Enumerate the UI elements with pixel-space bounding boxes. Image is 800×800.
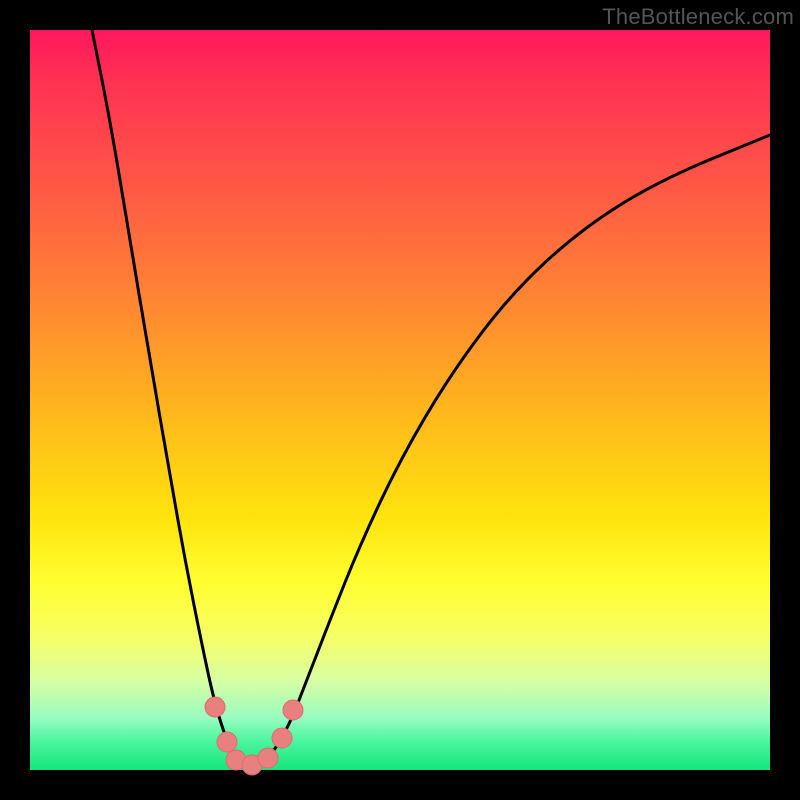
- curve-markers: [205, 697, 303, 775]
- curve-right-branch: [244, 135, 770, 766]
- chart-frame: TheBottleneck.com: [0, 0, 800, 800]
- curve-left-branch: [92, 30, 244, 765]
- data-point-marker: [217, 732, 237, 752]
- bottleneck-curve: [30, 30, 770, 770]
- data-point-marker: [283, 700, 303, 720]
- data-point-marker: [272, 728, 292, 748]
- watermark-label: TheBottleneck.com: [602, 4, 794, 30]
- data-point-marker: [205, 697, 225, 717]
- plot-area: [30, 30, 770, 770]
- data-point-marker: [258, 748, 278, 768]
